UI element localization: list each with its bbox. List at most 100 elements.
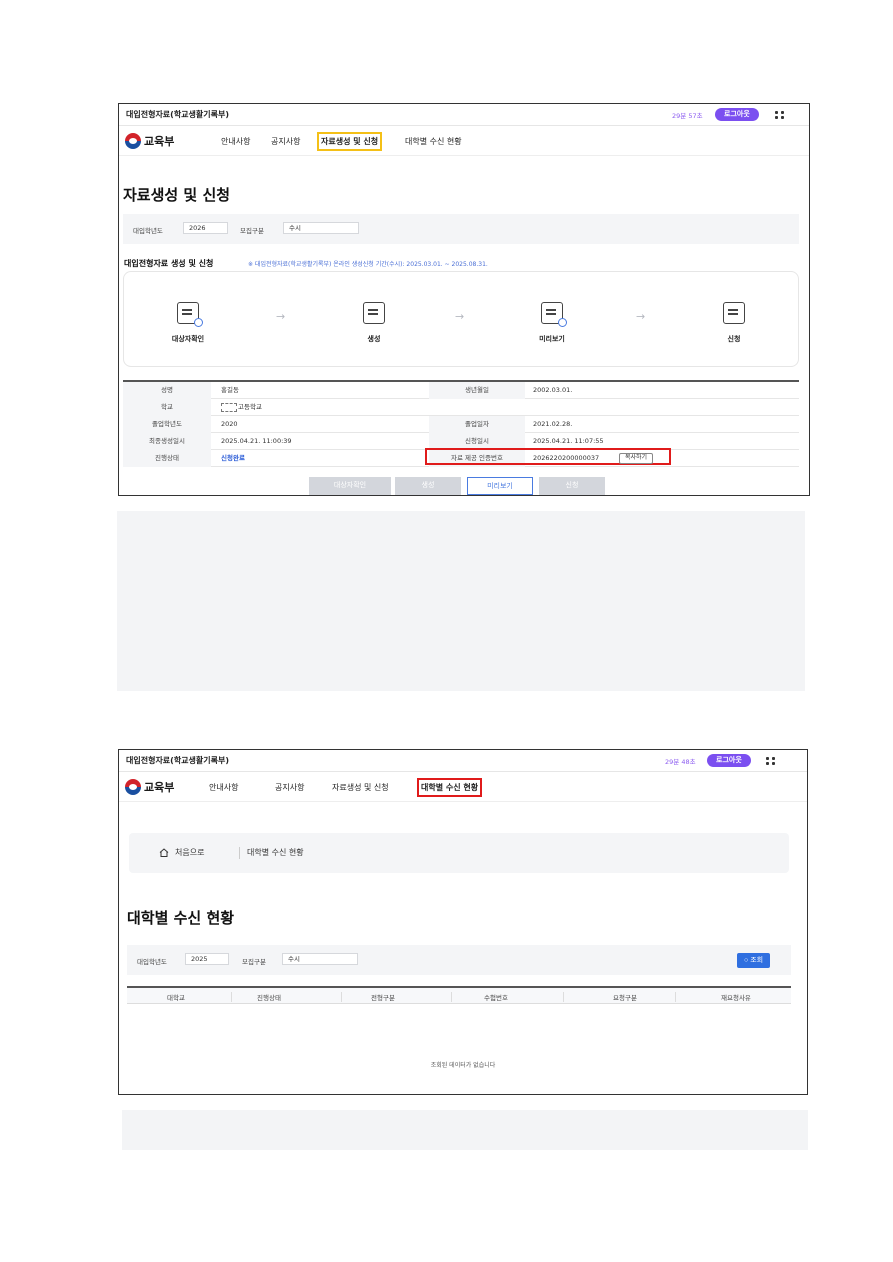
type-label: 모집구분: [242, 958, 266, 966]
target-check-button[interactable]: 대상자확인: [309, 477, 391, 495]
logo-text: 교육부: [144, 781, 175, 794]
col-status: 진행상태: [257, 994, 281, 1002]
col-rerequest-reason: 재요청사유: [721, 994, 751, 1002]
type-label: 모집구분: [240, 227, 264, 235]
page-title: 자료생성 및 신청: [123, 186, 231, 204]
logout-button[interactable]: 로그아웃: [715, 108, 759, 121]
document-person-icon: [363, 302, 385, 324]
nav-notice[interactable]: 공지사항: [275, 782, 304, 793]
grad-year-label: 졸업학년도: [123, 416, 211, 433]
step-label: 대상자확인: [171, 335, 205, 343]
nav-data-generation[interactable]: 자료생성 및 신청: [316, 132, 383, 151]
birth-value: 2002.03.01.: [533, 386, 573, 394]
filter-bar: 대입학년도 2026 모집구분 수시: [123, 214, 799, 244]
gray-placeholder-block: [122, 1110, 808, 1150]
step-apply: 신청: [696, 302, 772, 344]
period-notice: ※ 대입전형자료(학교생활기록부) 온라인 생성신청 기간(수시): 2025.…: [248, 261, 488, 268]
grad-date-label: 졸업일자: [429, 416, 525, 433]
step-generate: 생성: [336, 302, 412, 344]
arrow-right-icon: →: [636, 310, 646, 323]
status-value: 신청완료: [221, 454, 245, 462]
created-value: 2025.04.21. 11:00:39: [221, 437, 292, 445]
created-label: 최종생성일시: [123, 433, 211, 450]
nav-guide[interactable]: 안내사항: [209, 782, 238, 793]
gray-placeholder-block: [117, 511, 805, 691]
taegeuk-icon: [125, 133, 141, 149]
logo[interactable]: 교육부: [125, 778, 174, 796]
logo-text: 교육부: [144, 135, 175, 148]
school-value: 고등학교: [215, 399, 262, 416]
type-select[interactable]: 수시: [282, 953, 358, 965]
main-nav: 교육부 안내사항 공지사항 자료생성 및 신청 대학별 수신 현황: [119, 126, 809, 156]
col-admission-type: 전형구분: [371, 994, 395, 1002]
nav-guide[interactable]: 안내사항: [221, 136, 250, 147]
nav-notice[interactable]: 공지사항: [271, 136, 300, 147]
search-label: 조회: [750, 957, 764, 964]
app-title: 대입전형자료(학교생활기록부): [126, 756, 229, 765]
col-university: 대학교: [167, 994, 185, 1002]
col-divider: [341, 992, 342, 1002]
logout-button[interactable]: 로그아웃: [707, 754, 751, 767]
birth-label: 생년월일: [429, 382, 525, 399]
preview-search-icon: [541, 302, 567, 327]
step-preview: 미리보기: [510, 286, 590, 344]
status-label: 진행상태: [123, 450, 211, 467]
screenshot-university-status: 대입전형자료(학교생활기록부) 29분 48초 로그아웃 교육부 안내사항 공지…: [118, 749, 808, 1095]
screenshot-data-generation: 대입전형자료(학교생활기록부) 29분 57초 로그아웃 교육부 안내사항 공지…: [118, 103, 810, 496]
apply-button[interactable]: 신청: [539, 477, 605, 495]
table-row: 졸업학년도 2020 졸업일자 2021.02.28.: [123, 416, 799, 433]
grad-date-value: 2021.02.28.: [533, 420, 573, 428]
step-target-check: 대상자확인: [150, 302, 226, 344]
step-label: 생성: [367, 335, 381, 343]
grad-year-value: 2020: [221, 420, 238, 428]
year-select[interactable]: 2026: [183, 222, 228, 234]
year-label: 대입학년도: [133, 227, 163, 235]
year-label: 대입학년도: [137, 958, 167, 966]
col-divider: [675, 992, 676, 1002]
generate-button[interactable]: 생성: [395, 477, 461, 495]
nav-university-status[interactable]: 대학별 수신 현황: [405, 136, 462, 147]
step-label: 미리보기: [539, 335, 565, 343]
col-divider: [451, 992, 452, 1002]
breadcrumb-divider: [239, 847, 240, 859]
nav-data-generation[interactable]: 자료생성 및 신청: [332, 782, 389, 793]
year-select[interactable]: 2025: [185, 953, 229, 965]
arrow-right-icon: →: [455, 310, 465, 323]
preview-button[interactable]: 미리보기: [467, 477, 533, 495]
action-buttons: 대상자확인 생성 미리보기 신청: [119, 477, 809, 495]
document-pen-icon: [723, 302, 745, 324]
home-icon[interactable]: [159, 848, 169, 857]
result-table-header: 대학교 진행상태 전형구분 수험번호 요청구분 재요청사유: [127, 986, 791, 1004]
type-select[interactable]: 수시: [283, 222, 359, 234]
col-exam-number: 수험번호: [484, 994, 508, 1002]
empty-result-message: 조회된 데이터가 없습니다: [430, 1062, 496, 1069]
copy-button[interactable]: 복사하기: [619, 453, 654, 464]
top-bar: 대입전형자료(학교생활기록부) 29분 57초 로그아웃: [119, 104, 809, 126]
taegeuk-icon: [125, 779, 141, 795]
menu-grid-icon[interactable]: [764, 755, 776, 767]
breadcrumb-home[interactable]: 처음으로: [175, 847, 204, 858]
search-button[interactable]: ○ 조회: [737, 953, 771, 968]
arrow-right-icon: →: [276, 310, 286, 323]
name-label: 성명: [123, 382, 211, 399]
col-divider: [563, 992, 564, 1002]
app-title: 대입전형자료(학교생활기록부): [126, 110, 229, 119]
main-nav: 교육부 안내사항 공지사항 자료생성 및 신청 대학별 수신 현황: [119, 772, 807, 802]
nav-university-status[interactable]: 대학별 수신 현황: [416, 778, 483, 797]
filter-bar: 대입학년도 2025 모집구분 수시: [127, 945, 791, 975]
session-timer: 29분 57초: [672, 112, 703, 120]
cert-highlight-box: 복사하기: [425, 448, 671, 465]
table-row: 성명 홍길동 생년월일 2002.03.01.: [123, 382, 799, 399]
col-request-type: 요청구분: [613, 994, 637, 1002]
section-title: 대입전형자료 생성 및 신청: [124, 259, 214, 268]
name-value: 홍길동: [221, 386, 239, 394]
breadcrumb: 처음으로 대학별 수신 현황: [129, 833, 789, 873]
page-title: 대학별 수신 현황: [127, 909, 235, 927]
breadcrumb-current: 대학별 수신 현황: [247, 848, 304, 857]
session-timer: 29분 48초: [665, 758, 696, 766]
col-divider: [231, 992, 232, 1002]
menu-grid-icon[interactable]: [773, 109, 785, 121]
logo[interactable]: 교육부: [125, 132, 174, 150]
document-check-icon: [177, 302, 203, 327]
step-label: 신청: [727, 335, 741, 343]
